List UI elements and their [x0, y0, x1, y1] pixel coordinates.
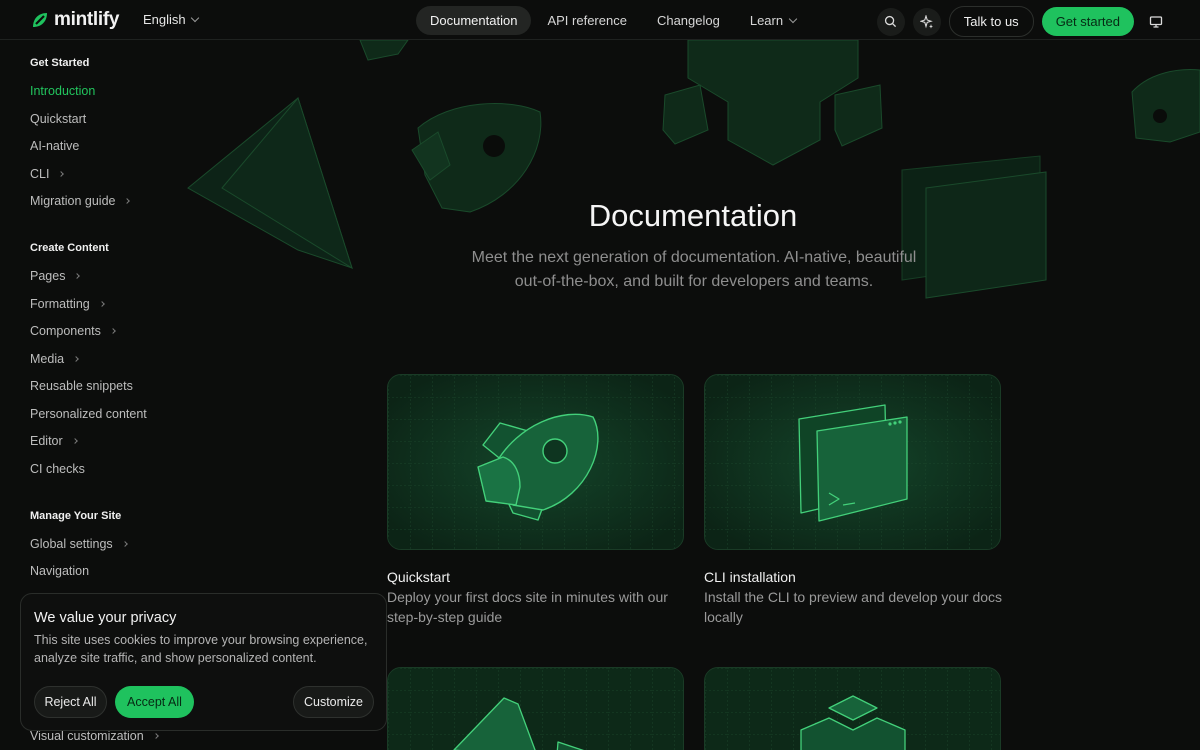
rocket-icon	[388, 375, 683, 549]
nav-changelog-label: Changelog	[656, 13, 720, 28]
sidebar-item-label: Quickstart	[30, 112, 87, 126]
sidebar-item-label: Global settings	[30, 537, 113, 551]
chevron-right-icon	[121, 541, 128, 547]
sidebar-item-introduction[interactable]: Introduction	[30, 84, 95, 98]
card-quickstart[interactable]	[387, 374, 684, 550]
cookie-consent-banner: We value your privacy This site uses coo…	[20, 593, 387, 731]
chevron-right-icon	[74, 273, 81, 279]
card-fourth[interactable]	[704, 667, 1001, 750]
sidebar-item-pages[interactable]: Pages	[30, 269, 81, 283]
search-icon	[885, 15, 897, 28]
sidebar-item-label: CI checks	[30, 462, 85, 476]
chevron-right-icon	[73, 356, 79, 362]
sidebar-item-visual-customization[interactable]: Visual customization	[30, 729, 159, 743]
sidebar-item-cli[interactable]: CLI	[30, 167, 65, 181]
card-quickstart-description: Deploy your first docs site in minutes w…	[387, 589, 668, 625]
sidebar-item-navigation[interactable]: Navigation	[30, 564, 89, 578]
chevron-right-icon	[58, 171, 65, 177]
logo-text: mintlify	[54, 9, 120, 30]
mintlify-logo[interactable]: mintlify	[30, 9, 119, 31]
stack-icon	[705, 668, 1000, 750]
sidebar-item-label: Media	[30, 352, 65, 366]
top-nav: Documentation API reference Changelog Le…	[416, 6, 812, 35]
nav-learn-label: Learn	[749, 13, 784, 28]
sidebar-item-label: Visual customization	[30, 729, 144, 743]
talk-to-us-button[interactable]: Talk to us	[948, 6, 1034, 37]
nav-api-reference-label: API reference	[547, 13, 627, 28]
terminal-icon	[705, 375, 1000, 549]
cursor-icon	[388, 668, 683, 750]
sidebar-item-global-settings[interactable]: Global settings	[30, 537, 128, 551]
sidebar-item-label: Introduction	[30, 84, 96, 98]
sidebar-item-label: Components	[30, 324, 101, 338]
card-third[interactable]	[387, 667, 684, 750]
get-started-button[interactable]: Get started	[1041, 7, 1134, 36]
sidebar-item-label: Personalized content	[30, 407, 147, 421]
sidebar-item-components[interactable]: Components	[30, 324, 116, 338]
nav-api-reference[interactable]: API reference	[533, 6, 641, 35]
sidebar-item-quickstart[interactable]: Quickstart	[30, 112, 86, 126]
sidebar-section-title: Create Content	[30, 242, 109, 254]
chevron-right-icon	[152, 733, 159, 739]
chevron-down-icon	[190, 13, 199, 23]
customize-button[interactable]: Customize	[293, 686, 374, 718]
sidebar-item-media[interactable]: Media	[30, 352, 79, 366]
card-quickstart-title: Quickstart	[387, 569, 451, 585]
search-button[interactable]	[876, 7, 905, 36]
sidebar-item-label: Navigation	[30, 564, 90, 578]
ai-assistant-button[interactable]	[912, 7, 941, 36]
sidebar-item-label: CLI	[30, 167, 50, 181]
nav-documentation-label: Documentation	[430, 13, 518, 28]
sidebar-section-title: Get Started	[30, 57, 90, 69]
chevron-right-icon	[71, 438, 78, 444]
page-subtitle: Meet the next generation of documentatio…	[471, 249, 917, 290]
cookie-description: This site uses cookies to improve your b…	[34, 633, 368, 665]
sidebar-item-label: Formatting	[30, 297, 90, 311]
chevron-down-icon	[788, 14, 798, 24]
cookie-title: We value your privacy	[34, 610, 177, 626]
reject-all-button[interactable]: Reject All	[34, 686, 107, 718]
language-label: English	[143, 12, 186, 27]
page-title: Documentation	[588, 198, 798, 233]
sidebar-item-label: Reusable snippets	[30, 379, 133, 393]
nav-changelog[interactable]: Changelog	[643, 6, 734, 35]
sidebar-item-ai-native[interactable]: AI-native	[30, 139, 79, 153]
sidebar-item-label: AI-native	[30, 139, 80, 153]
sparkle-icon	[919, 14, 933, 28]
sidebar-item-ci-checks[interactable]: CI checks	[30, 462, 85, 476]
sidebar-section-title: Manage Your Site	[30, 510, 122, 522]
monitor-icon	[1149, 15, 1163, 28]
chevron-right-icon	[110, 328, 116, 334]
sidebar-item-formatting[interactable]: Formatting	[30, 297, 105, 311]
sidebar-item-label: Editor	[30, 434, 63, 448]
card-cli-installation[interactable]	[704, 374, 1001, 550]
sidebar-item-personalized-content[interactable]: Personalized content	[30, 407, 147, 421]
nav-documentation[interactable]: Documentation	[416, 6, 532, 35]
sidebar-item-reusable-snippets[interactable]: Reusable snippets	[30, 379, 133, 393]
card-cli-description: Install the CLI to preview and develop y…	[704, 589, 1003, 625]
language-selector[interactable]: English	[143, 12, 199, 27]
sidebar-item-label: Pages	[30, 269, 66, 283]
header-actions: Talk to us Get started	[876, 6, 1170, 37]
accept-all-button[interactable]: Accept All	[115, 686, 194, 718]
nav-learn[interactable]: Learn	[736, 6, 810, 35]
card-cli-title: CLI installation	[704, 569, 796, 585]
sidebar-item-editor[interactable]: Editor	[30, 434, 78, 448]
chevron-right-icon	[98, 301, 105, 307]
top-header: mintlify English Documentation API refer…	[0, 0, 1200, 40]
mintlify-leaf-icon	[33, 13, 47, 27]
theme-toggle-button[interactable]	[1142, 8, 1170, 36]
